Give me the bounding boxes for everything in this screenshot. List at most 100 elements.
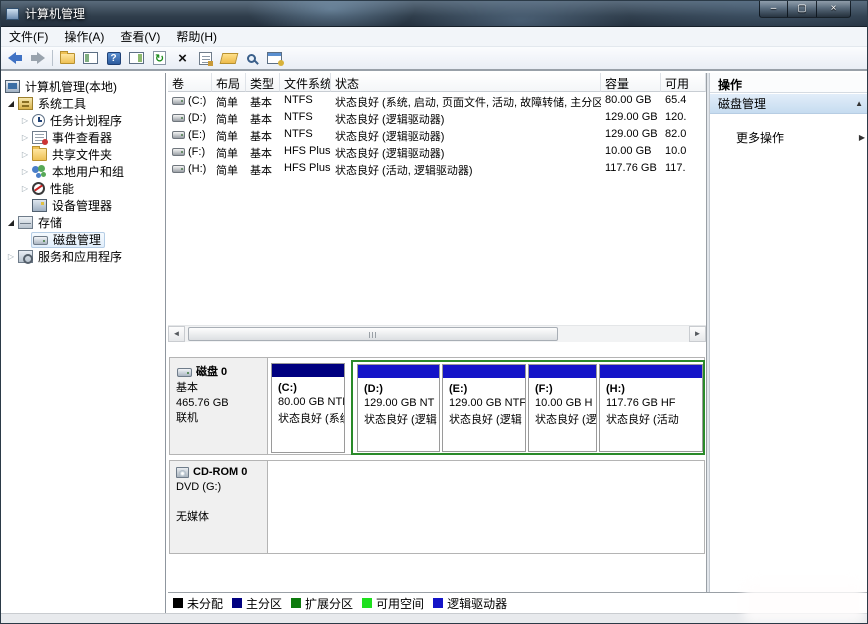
col-status[interactable]: 状态 xyxy=(331,73,601,92)
scroll-left-icon[interactable]: ◄ xyxy=(168,326,185,342)
forward-icon[interactable] xyxy=(26,48,49,69)
disk0-header[interactable]: 磁盘 0 基本 465.76 GB 联机 xyxy=(170,358,268,454)
disk0-row: 磁盘 0 基本 465.76 GB 联机 (C:) 80.00 GB NTF 状… xyxy=(169,357,705,455)
help-icon[interactable]: ? xyxy=(102,48,125,69)
disk-type: 基本 xyxy=(176,381,267,396)
cdrom-name: CD-ROM 0 xyxy=(193,466,247,478)
tree-item-performance[interactable]: ▷ 性能 xyxy=(1,180,165,197)
volume-fs: NTFS xyxy=(280,92,331,109)
col-volume[interactable]: 卷 xyxy=(168,73,212,92)
task-scheduler-icon xyxy=(32,114,45,127)
legend-bar: 未分配 主分区 扩展分区 可用空间 逻辑驱动器 xyxy=(168,592,868,613)
local-users-groups-icon xyxy=(32,165,47,178)
partition-f[interactable]: (F:) 10.00 GB H 状态良好 (逻 xyxy=(528,364,597,452)
volume-status: 状态良好 (活动, 逻辑驱动器) xyxy=(331,160,601,177)
tree-item-event-viewer[interactable]: ▷ 事件查看器 xyxy=(1,129,165,146)
up-folder-icon[interactable] xyxy=(56,48,79,69)
more-actions-item[interactable]: 更多操作 ▶ xyxy=(710,128,868,146)
horizontal-scrollbar[interactable]: ◄ ► xyxy=(168,325,706,342)
col-type[interactable]: 类型 xyxy=(246,73,280,92)
zoom-icon[interactable] xyxy=(240,48,263,69)
col-free[interactable]: 可用 xyxy=(661,73,706,92)
volume-capacity: 129.00 GB xyxy=(601,109,661,126)
show-console-tree-icon[interactable] xyxy=(79,48,102,69)
tree-item-local-users-groups[interactable]: ▷ 本地用户和组 xyxy=(1,163,165,180)
properties-icon[interactable] xyxy=(194,48,217,69)
volume-layout: 简单 xyxy=(212,126,246,143)
scroll-right-icon[interactable]: ► xyxy=(689,326,706,342)
volume-row-d[interactable]: (D:) 简单 基本 NTFS 状态良好 (逻辑驱动器) 129.00 GB 1… xyxy=(168,109,706,126)
expander-collapsed-icon[interactable]: ▷ xyxy=(19,150,31,159)
volume-row-h[interactable]: (H:) 简单 基本 HFS Plus 状态良好 (活动, 逻辑驱动器) 117… xyxy=(168,160,706,177)
scrollbar-thumb[interactable] xyxy=(188,327,558,341)
maximize-button[interactable]: ▢ xyxy=(788,1,816,18)
computer-icon xyxy=(5,80,20,93)
open-folder-icon[interactable] xyxy=(217,48,240,69)
menu-bar: 文件(F) 操作(A) 查看(V) 帮助(H) xyxy=(1,27,868,47)
volume-name: (F:) xyxy=(188,146,205,158)
actions-section-disk-management[interactable]: 磁盘管理 ▲ xyxy=(710,94,868,114)
expander-collapsed-icon[interactable]: ▷ xyxy=(19,167,31,176)
menu-view[interactable]: 查看(V) xyxy=(112,27,168,47)
volume-layout: 简单 xyxy=(212,143,246,160)
cdrom-header[interactable]: CD-ROM 0 DVD (G:) 无媒体 xyxy=(170,461,268,553)
export-list-icon[interactable] xyxy=(263,48,286,69)
volume-capacity: 129.00 GB xyxy=(601,126,661,143)
menu-action[interactable]: 操作(A) xyxy=(56,27,112,47)
disk-size: 465.76 GB xyxy=(176,396,267,411)
volume-row-f[interactable]: (F:) 简单 基本 HFS Plus 状态良好 (逻辑驱动器) 10.00 G… xyxy=(168,143,706,160)
partition-h[interactable]: (H:) 117.76 GB HF 状态良好 (活动 xyxy=(599,364,703,452)
tree-item-label: 系统工具 xyxy=(38,95,86,112)
title-bar[interactable]: 计算机管理 – ▢ × xyxy=(1,1,868,27)
expander-collapsed-icon[interactable]: ▷ xyxy=(19,133,31,142)
tree-item-disk-management[interactable]: 磁盘管理 xyxy=(1,231,165,248)
expander-collapsed-icon[interactable]: ▷ xyxy=(19,116,31,125)
expander-expanded-icon[interactable]: ◢ xyxy=(5,218,17,227)
toolbar-separator xyxy=(52,50,53,66)
services-applications-icon xyxy=(18,250,33,263)
menu-help[interactable]: 帮助(H) xyxy=(168,27,225,47)
tree-item-task-scheduler[interactable]: ▷ 任务计划程序 xyxy=(1,112,165,129)
legend-label: 可用空间 xyxy=(376,595,424,612)
volume-icon xyxy=(172,165,185,173)
col-layout[interactable]: 布局 xyxy=(212,73,246,92)
tree-item-label: 磁盘管理 xyxy=(53,231,101,248)
legend-item-free-space: 可用空间 xyxy=(362,595,424,612)
expander-collapsed-icon[interactable]: ▷ xyxy=(19,184,31,193)
cdrom-media: 无媒体 xyxy=(176,510,267,525)
partition-e[interactable]: (E:) 129.00 GB NTF 状态良好 (逻辑 xyxy=(442,364,526,452)
volume-name: (E:) xyxy=(188,129,206,141)
tree-item-device-manager[interactable]: 设备管理器 xyxy=(1,197,165,214)
expander-expanded-icon[interactable]: ◢ xyxy=(5,99,17,108)
close-button[interactable]: × xyxy=(816,1,851,18)
volume-row-e[interactable]: (E:) 简单 基本 NTFS 状态良好 (逻辑驱动器) 129.00 GB 8… xyxy=(168,126,706,143)
tree-item-computer-management[interactable]: 计算机管理(本地) xyxy=(1,78,165,95)
window-bottom-frame xyxy=(1,613,868,624)
legend-item-extended: 扩展分区 xyxy=(291,595,353,612)
col-filesystem[interactable]: 文件系统 xyxy=(280,73,331,92)
legend-label: 主分区 xyxy=(246,595,282,612)
partition-label: (F:) xyxy=(529,378,596,395)
tree-item-storage[interactable]: ◢ 存储 xyxy=(1,214,165,231)
tree-item-shared-folders[interactable]: ▷ 共享文件夹 xyxy=(1,146,165,163)
refresh-icon[interactable]: ↻ xyxy=(148,48,171,69)
tree-item-label: 存储 xyxy=(38,214,62,231)
collapse-section-icon[interactable]: ▲ xyxy=(855,99,863,108)
partition-size: 80.00 GB NTF xyxy=(272,394,344,408)
volume-row-c[interactable]: (C:) 简单 基本 NTFS 状态良好 (系统, 启动, 页面文件, 活动, … xyxy=(168,92,706,109)
col-capacity[interactable]: 容量 xyxy=(601,73,661,92)
delete-icon[interactable]: × xyxy=(171,48,194,69)
scrollbar-track[interactable] xyxy=(185,326,689,342)
menu-file[interactable]: 文件(F) xyxy=(1,27,56,47)
volume-capacity: 80.00 GB xyxy=(601,92,661,109)
tree-item-services-applications[interactable]: ▷ 服务和应用程序 xyxy=(1,248,165,265)
expander-collapsed-icon[interactable]: ▷ xyxy=(5,252,17,261)
partition-c[interactable]: (C:) 80.00 GB NTF 状态良好 (系统 xyxy=(271,363,345,453)
legend-item-unallocated: 未分配 xyxy=(173,595,223,612)
minimize-button[interactable]: – xyxy=(759,1,788,18)
shared-folders-icon xyxy=(32,148,47,161)
show-action-pane-icon[interactable] xyxy=(125,48,148,69)
tree-item-system-tools[interactable]: ◢ 系统工具 xyxy=(1,95,165,112)
back-icon[interactable] xyxy=(3,48,26,69)
partition-d[interactable]: (D:) 129.00 GB NT 状态良好 (逻辑 xyxy=(357,364,440,452)
